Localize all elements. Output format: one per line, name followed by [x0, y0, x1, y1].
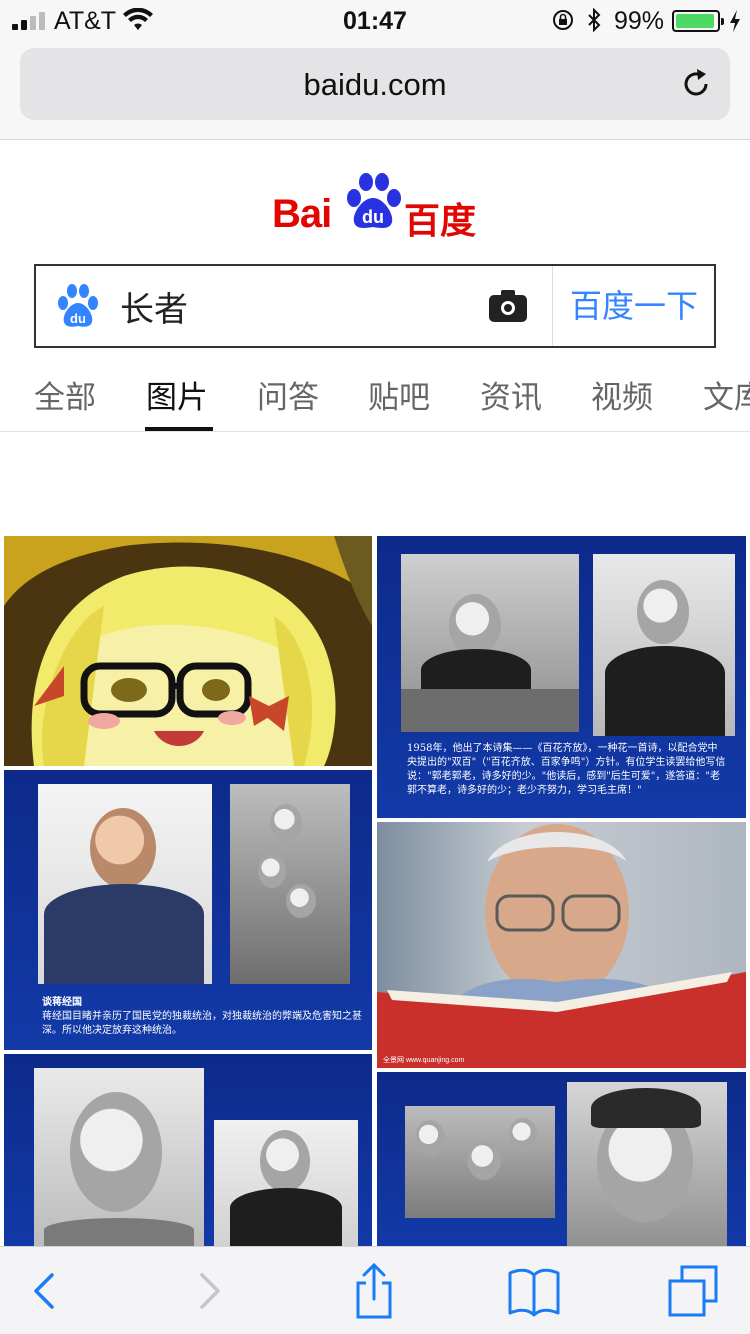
tab-wenku[interactable]: 文库: [703, 372, 750, 417]
url-text: baidu.com: [303, 67, 447, 102]
bluetooth-icon: [588, 8, 601, 32]
baidu-paw-icon: du: [58, 284, 98, 327]
image-results-grid: 1958年，他出了本诗集——《百花齐放》，一种花一首诗，以配合党中央提出的"双百…: [0, 534, 750, 1246]
photo-group: [405, 1106, 555, 1218]
photo-elderly-man: [34, 1068, 204, 1246]
watermark-text: 全景网 www.quanjing.com: [383, 1055, 464, 1064]
category-tabs: 全部 图片 问答 贴吧 资讯 视频 文库: [0, 362, 750, 432]
tab-qa[interactable]: 问答: [257, 372, 319, 417]
anime-girl-illustration: [4, 536, 372, 766]
tab-video[interactable]: 视频: [591, 372, 653, 417]
search-bar: du 百度一下: [34, 264, 716, 348]
result-image-portraits-2[interactable]: 谈蒋经国 蒋经国目睹并亲历了国民党的独裁统治，对独裁统治的弊端及危害知之甚深。所…: [4, 770, 372, 1050]
browser-address-bar: baidu.com: [0, 40, 750, 140]
photo-man-with-glasses: [593, 554, 735, 736]
camera-icon[interactable]: [488, 288, 528, 324]
old-man-reading-photo: 全景网 www.quanjing.com: [377, 824, 746, 1068]
search-input[interactable]: [120, 282, 500, 330]
active-tab-indicator: [145, 427, 213, 431]
baidu-logo: Bai du 百度: [272, 170, 482, 241]
result-image-reading-man[interactable]: 全景网 www.quanjing.com: [377, 822, 746, 1068]
photo-family-playing: [230, 784, 350, 984]
image-caption-chiang: 蒋经国目睹并亲历了国民党的独裁统治，对独裁统治的弊端及危害知之甚深。所以他决定放…: [42, 1011, 362, 1036]
battery-icon: [672, 10, 724, 32]
logo-du-text: du: [362, 207, 384, 227]
bookmarks-icon[interactable]: [504, 1261, 564, 1321]
photo-man-smiling: [214, 1120, 358, 1246]
tab-images[interactable]: 图片: [146, 372, 208, 417]
result-image-anime[interactable]: [4, 536, 372, 766]
tab-all[interactable]: 全部: [34, 372, 96, 417]
status-bar: AT&T 01:47 99%: [0, 0, 750, 40]
url-field[interactable]: baidu.com: [20, 48, 730, 120]
browser-toolbar: [0, 1246, 750, 1334]
search-divider: [552, 266, 553, 346]
result-image-portraits-3[interactable]: [4, 1054, 372, 1246]
result-image-portraits-1[interactable]: 1958年，他出了本诗集——《百花齐放》，一种花一首诗，以配合党中央提出的"双百…: [377, 536, 746, 818]
photo-man-in-suit: [38, 784, 212, 984]
reload-icon[interactable]: [678, 66, 714, 102]
photo-man-at-desk: [401, 554, 579, 732]
tabs-icon[interactable]: [664, 1261, 724, 1321]
baidu-paw-logo-icon: du: [347, 173, 401, 228]
battery-percent: 99%: [614, 7, 665, 35]
result-image-portraits-4[interactable]: [377, 1072, 746, 1246]
back-icon[interactable]: [14, 1261, 74, 1321]
image-caption-title: 谈蒋经国: [42, 997, 82, 1008]
search-submit-button[interactable]: 百度一下: [554, 266, 714, 346]
svg-text:du: du: [70, 311, 86, 326]
share-icon[interactable]: [344, 1261, 404, 1321]
image-caption-poetry: 1958年，他出了本诗集——《百花齐放》，一种花一首诗，以配合党中央提出的"双百…: [407, 743, 726, 796]
photo-young-man: [567, 1082, 727, 1246]
rotation-lock-icon: [553, 10, 573, 30]
tab-tieba[interactable]: 贴吧: [368, 372, 430, 417]
logo-bai-text: Bai: [272, 192, 332, 236]
charging-bolt-icon: [730, 10, 740, 32]
tab-news[interactable]: 资讯: [480, 372, 542, 417]
forward-icon[interactable]: [180, 1261, 240, 1321]
logo-cn-text: 百度: [404, 200, 477, 241]
